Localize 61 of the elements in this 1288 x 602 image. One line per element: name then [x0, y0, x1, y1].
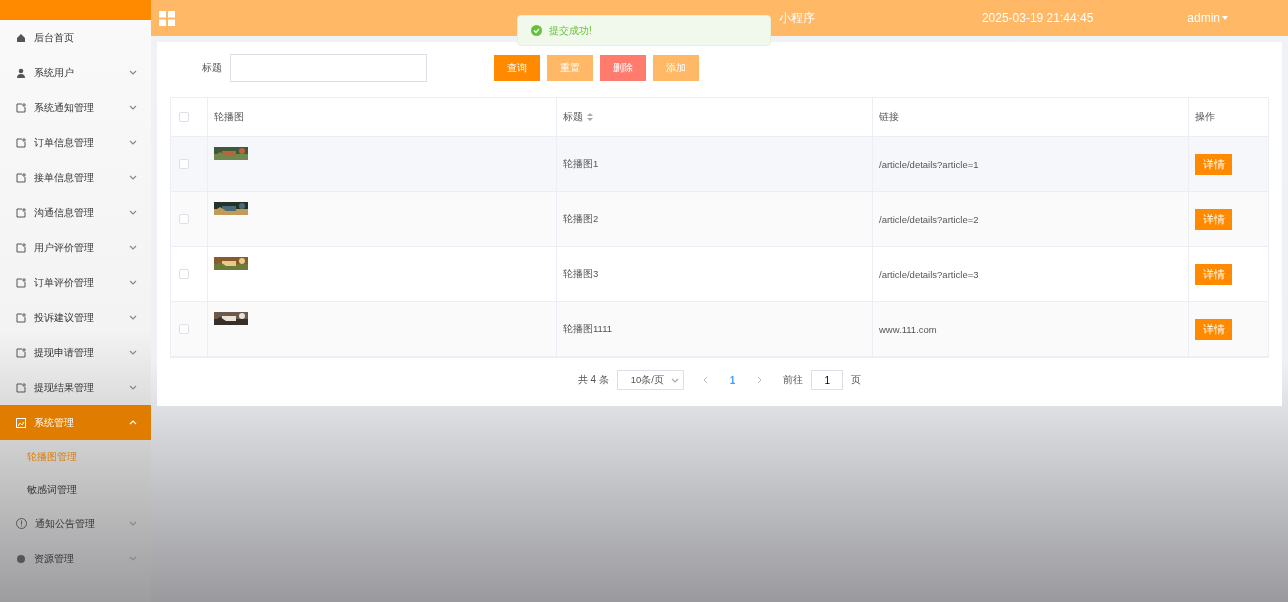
- sidebar-item[interactable]: 提现申请管理: [0, 335, 151, 370]
- user-icon: [16, 67, 26, 78]
- table-cell: 轮播图1111: [557, 302, 873, 357]
- check-circle-icon: [531, 25, 542, 36]
- home-icon: [16, 32, 26, 43]
- document-icon: [16, 102, 26, 113]
- document-icon: [16, 242, 26, 253]
- row-checkbox[interactable]: [179, 214, 189, 224]
- sidebar-item[interactable]: 订单信息管理: [0, 125, 151, 160]
- previous-page-icon[interactable]: [701, 376, 710, 384]
- header-cell: 链接: [873, 98, 1189, 137]
- info-icon: [16, 518, 27, 529]
- page-suffix: 页: [851, 373, 862, 387]
- caret-icon: [1222, 16, 1228, 20]
- table-cell: /article/details?article=1: [873, 137, 1189, 192]
- document-icon: [16, 172, 26, 183]
- sidebar-item[interactable]: 后台首页: [0, 20, 151, 55]
- sidebar-item[interactable]: 接单信息管理: [0, 160, 151, 195]
- sort-icon[interactable]: [587, 113, 593, 121]
- table-cell: /article/details?article=3: [873, 247, 1189, 302]
- document-icon: [16, 312, 26, 323]
- sidebar-item[interactable]: 提现结果管理: [0, 370, 151, 405]
- goto-label: 前往: [783, 373, 804, 387]
- table-cell: 轮播图3: [557, 247, 873, 302]
- sidebar-item[interactable]: 系统通知管理: [0, 90, 151, 125]
- document-icon: [16, 207, 26, 218]
- title-input[interactable]: [230, 54, 427, 82]
- document-icon: [16, 382, 26, 393]
- sidebar-item[interactable]: 通知公告管理: [0, 506, 151, 541]
- sidebar-item[interactable]: 订单评价管理: [0, 265, 151, 300]
- pin-icon: [16, 553, 26, 564]
- table-cell: /article/details?article=2: [873, 192, 1189, 247]
- image-icon: [16, 417, 26, 428]
- chevron-icon: [670, 377, 679, 383]
- grid-menu-icon[interactable]: [159, 10, 175, 26]
- document-icon: [16, 347, 26, 358]
- table-cell: 轮播图2: [557, 192, 873, 247]
- sidebar-item[interactable]: 用户评价管理: [0, 230, 151, 265]
- next-page-icon[interactable]: [755, 376, 764, 384]
- sidebar-item[interactable]: 沟通信息管理: [0, 195, 151, 230]
- sidebar-item[interactable]: 投诉建议管理: [0, 300, 151, 335]
- datetime: 2025-03-19 21:44:45: [981, 11, 1094, 25]
- header-cell: 轮播图: [208, 98, 557, 137]
- table-cell: www.111.com: [873, 302, 1189, 357]
- goto-page-input[interactable]: 1: [811, 370, 844, 390]
- document-icon: [16, 277, 26, 288]
- toast-message: 提交成功!: [549, 23, 592, 38]
- document-icon: [16, 137, 26, 148]
- total-count: 共 4 条: [577, 373, 609, 387]
- page-size-select[interactable]: 10条/页: [616, 370, 684, 390]
- sidebar-subitem[interactable]: 敏感词管理: [0, 473, 151, 506]
- row-checkbox[interactable]: [179, 269, 189, 279]
- sidebar-item[interactable]: 资源管理: [0, 541, 151, 576]
- row-checkbox[interactable]: [179, 324, 189, 334]
- select-all-checkbox[interactable]: [179, 112, 189, 122]
- table-cell: 轮播图1: [557, 137, 873, 192]
- header-cell: 标题: [557, 98, 873, 137]
- title-label: 标题: [202, 61, 222, 75]
- row-checkbox[interactable]: [179, 159, 189, 169]
- sidebar-item[interactable]: 系统用户: [0, 55, 151, 90]
- app-title: 小程序: [779, 9, 815, 27]
